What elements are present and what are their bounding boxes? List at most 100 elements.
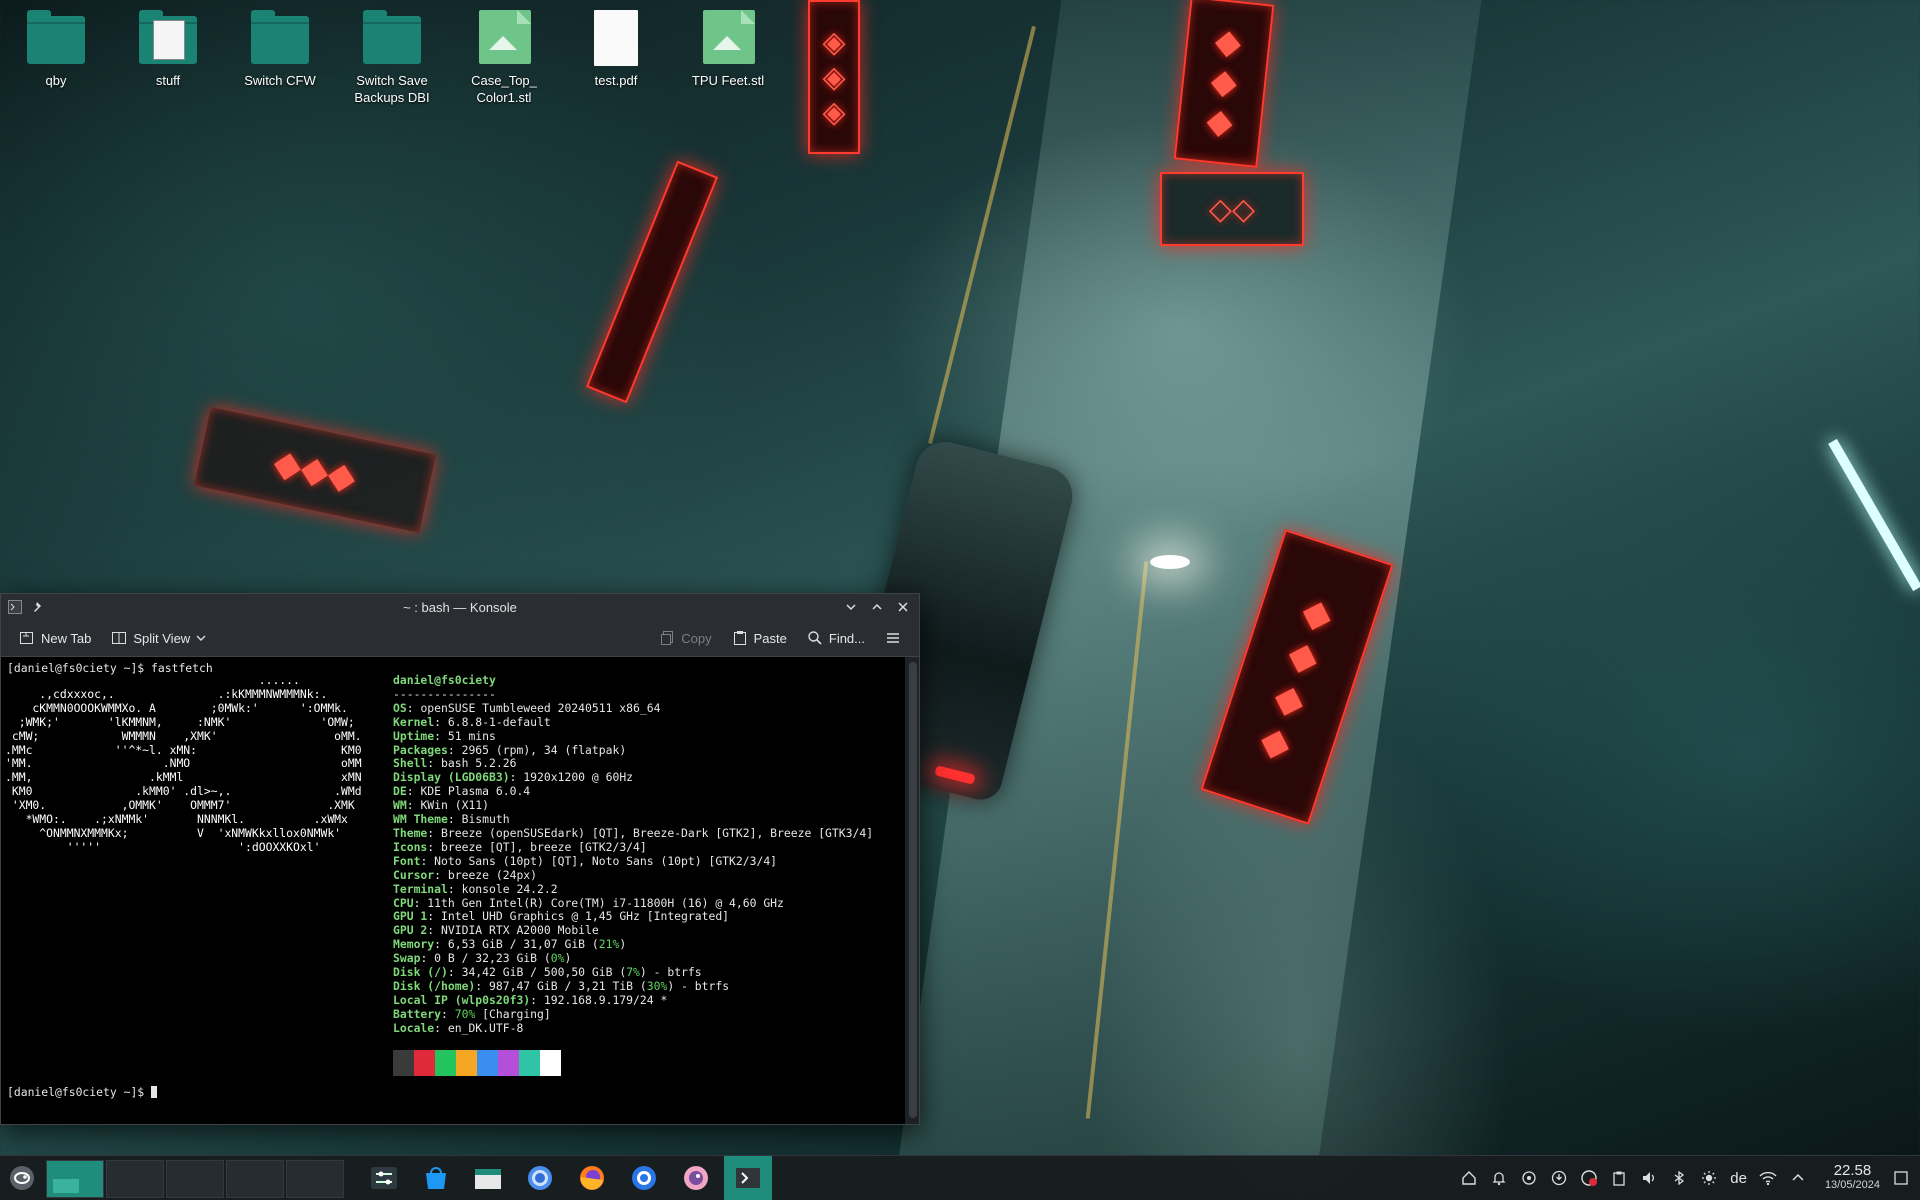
wifi-icon[interactable] bbox=[1759, 1169, 1777, 1187]
pdf-file-icon bbox=[587, 10, 645, 66]
taskbar-firefox[interactable] bbox=[568, 1156, 616, 1200]
desktop-icon-case-top-stl[interactable]: Case_Top_ Color1.stl bbox=[454, 10, 554, 106]
clock-date: 13/05/2024 bbox=[1824, 1179, 1880, 1191]
tray-expand-icon[interactable] bbox=[1789, 1169, 1807, 1187]
new-tab-button[interactable]: New Tab bbox=[9, 626, 101, 650]
show-desktop-icon[interactable] bbox=[1892, 1169, 1910, 1187]
find-button[interactable]: Find... bbox=[797, 626, 875, 650]
shopping-bag-icon bbox=[426, 1167, 446, 1189]
hamburger-menu-button[interactable] bbox=[875, 626, 911, 650]
split-view-icon bbox=[112, 632, 127, 644]
kde-connect-icon[interactable] bbox=[1520, 1169, 1538, 1187]
maximize-icon[interactable] bbox=[869, 599, 885, 615]
volume-icon[interactable] bbox=[1640, 1169, 1658, 1187]
window-titlebar[interactable]: ~ : bash — Konsole bbox=[1, 594, 919, 620]
fastfetch-value: 34,42 GiB / 500,50 GiB ( bbox=[461, 965, 627, 980]
desktop-icon-switch-cfw[interactable]: Switch CFW bbox=[230, 10, 330, 89]
chevron-down-icon bbox=[196, 635, 206, 641]
fastfetch-value: 1920x1200 @ 60Hz bbox=[523, 770, 634, 785]
pin-icon[interactable] bbox=[31, 599, 47, 615]
fastfetch-row: WM Theme: Bismuth bbox=[393, 812, 510, 827]
desktop-icon-tpu-feet-stl[interactable]: TPU Feet.stl bbox=[678, 10, 778, 89]
terminal-icon bbox=[736, 1168, 760, 1188]
command-prompt-active[interactable]: [daniel@fs0ciety ~]$ bbox=[7, 1085, 158, 1100]
stl-file-icon bbox=[699, 10, 757, 64]
firefox-icon bbox=[580, 1166, 604, 1190]
desktop-icon-qby[interactable]: qby bbox=[6, 10, 106, 89]
ascii-logo-line: KM0 .kMM0' .dl>~,. .WMd bbox=[5, 784, 362, 799]
taskbar-discover[interactable] bbox=[412, 1156, 460, 1200]
taskbar-system-settings[interactable] bbox=[360, 1156, 408, 1200]
fastfetch-percent: 30% bbox=[646, 978, 668, 993]
fastfetch-value: 2965 (rpm), 34 (flatpak) bbox=[461, 742, 627, 757]
clipboard-icon[interactable] bbox=[1610, 1169, 1628, 1187]
nextcloud-sync-icon[interactable] bbox=[1580, 1169, 1598, 1187]
fastfetch-key: Uptime bbox=[393, 728, 435, 743]
terminal-output[interactable]: [daniel@fs0ciety ~]$ fastfetch ...... .,… bbox=[1, 657, 905, 1124]
wallpaper-neon-sign: ◇◇ bbox=[1160, 172, 1304, 246]
fastfetch-value: 192.168.9.179/24 * bbox=[543, 992, 668, 1007]
fastfetch-row: Font: Noto Sans (10pt) [QT], Noto Sans (… bbox=[393, 853, 778, 868]
fastfetch-key: Local IP (wlp0s20f3) bbox=[393, 992, 531, 1007]
fastfetch-value: NVIDIA RTX A2000 Mobile bbox=[441, 923, 599, 938]
taskbar-app-pink[interactable] bbox=[672, 1156, 720, 1200]
fastfetch-row: Local IP (wlp0s20f3): 192.168.9.179/24 * bbox=[393, 992, 668, 1007]
paste-button[interactable]: Paste bbox=[722, 626, 797, 650]
digital-clock[interactable]: 22.58 13/05/2024 bbox=[1825, 1163, 1880, 1193]
ascii-logo-line: ...... bbox=[5, 673, 300, 687]
fastfetch-value: breeze [QT], breeze [GTK2/3/4] bbox=[441, 839, 647, 854]
fastfetch-row: CPU: 11th Gen Intel(R) Core(TM) i7-11800… bbox=[393, 895, 784, 910]
taskbar-dolphin[interactable] bbox=[464, 1156, 512, 1200]
brightness-icon[interactable] bbox=[1700, 1169, 1718, 1187]
minimize-icon[interactable] bbox=[843, 599, 859, 615]
fastfetch-row: Packages: 2965 (rpm), 34 (flatpak) bbox=[393, 742, 627, 757]
notifications-icon[interactable] bbox=[1490, 1169, 1508, 1187]
fastfetch-key: Display (LGD06B3) bbox=[393, 770, 510, 785]
fastfetch-value: KWin (X11) bbox=[420, 798, 490, 813]
split-view-button[interactable]: Split View bbox=[101, 626, 216, 650]
window-title: ~ : bash — Konsole bbox=[403, 600, 517, 615]
virtual-desktop-2[interactable] bbox=[106, 1160, 164, 1198]
bluetooth-icon[interactable] bbox=[1670, 1169, 1688, 1187]
settings-sliders-icon bbox=[371, 1167, 397, 1189]
desktop-icon-switch-save-backups[interactable]: Switch Save Backups DBI bbox=[342, 10, 442, 106]
ascii-logo-line: ^ONMMNXMMMKx; V 'xNMWKkxllox0NMWk' bbox=[5, 825, 342, 840]
virtual-desktop-5[interactable] bbox=[286, 1160, 344, 1198]
virtual-desktop-1[interactable] bbox=[46, 1160, 104, 1198]
fastfetch-key: Swap bbox=[393, 951, 421, 966]
keyboard-layout-indicator[interactable]: de bbox=[1730, 1170, 1747, 1187]
wallpaper-street-lamp bbox=[1150, 555, 1190, 569]
palette-swatch bbox=[477, 1049, 498, 1076]
konsole-toolbar: New Tab Split View Copy Paste Find... bbox=[1, 620, 919, 657]
scrollbar[interactable] bbox=[909, 662, 917, 1118]
desktop-icon-label: Switch CFW bbox=[244, 73, 316, 88]
update-icon[interactable] bbox=[1550, 1169, 1568, 1187]
fastfetch-value: Breeze (openSUSEdark) [QT], Breeze-Dark … bbox=[441, 825, 874, 840]
palette-swatch bbox=[393, 1049, 414, 1076]
wallpaper-neon-sign: ◆◆◆ bbox=[194, 406, 436, 534]
virtual-desktop-4[interactable] bbox=[226, 1160, 284, 1198]
fastfetch-value-tail: ) - btrfs bbox=[667, 978, 730, 993]
konsole-window[interactable]: ~ : bash — Konsole New Tab Split View Co… bbox=[0, 593, 920, 1125]
fastfetch-value: Intel UHD Graphics @ 1,45 GHz [Integrate… bbox=[441, 909, 730, 924]
desktop-icon-stuff[interactable]: stuff bbox=[118, 10, 218, 89]
wallpaper-neon-sign bbox=[585, 160, 719, 404]
fastfetch-key: Locale bbox=[393, 1020, 435, 1035]
folder-icon bbox=[27, 10, 85, 64]
taskbar-chromium[interactable] bbox=[516, 1156, 564, 1200]
taskbar-thunderbird[interactable] bbox=[620, 1156, 668, 1200]
virtual-desktop-3[interactable] bbox=[166, 1160, 224, 1198]
application-launcher-button[interactable] bbox=[0, 1156, 44, 1200]
fastfetch-value-tail: [Charging] bbox=[475, 1006, 551, 1021]
wallpaper-lane-line bbox=[928, 25, 1036, 445]
copy-button[interactable]: Copy bbox=[649, 626, 721, 650]
desktop-icon-label: TPU Feet.stl bbox=[691, 73, 765, 88]
fastfetch-percent: 70% bbox=[454, 1006, 476, 1021]
terminal-app-icon[interactable] bbox=[7, 599, 23, 615]
fastfetch-row: Locale: en_DK.UTF-8 bbox=[393, 1020, 524, 1035]
close-icon[interactable] bbox=[895, 599, 911, 615]
desktop-icon-label: stuff bbox=[155, 73, 181, 88]
home-icon[interactable] bbox=[1460, 1169, 1478, 1187]
taskbar-konsole[interactable] bbox=[724, 1156, 772, 1200]
desktop-icon-test-pdf[interactable]: test.pdf bbox=[566, 10, 666, 89]
